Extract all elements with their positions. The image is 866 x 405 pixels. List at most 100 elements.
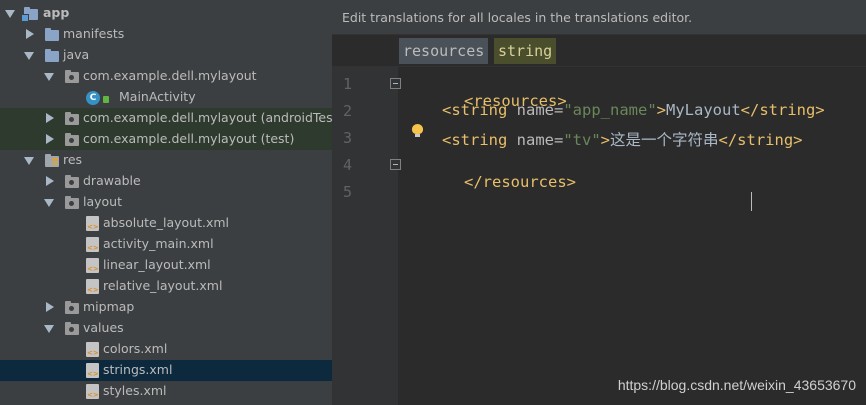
tree-item-values[interactable]: values xyxy=(0,318,332,339)
tree-item-label: styles.xml xyxy=(103,383,167,398)
expand-arrow-icon[interactable] xyxy=(5,10,15,18)
tree-item-label: com.example.dell.mylayout (test) xyxy=(83,131,295,146)
expand-arrow-icon[interactable] xyxy=(24,52,34,60)
fold-toggle-icon[interactable] xyxy=(390,159,401,170)
tree-item-styles[interactable]: styles.xml xyxy=(0,381,332,402)
xml-attr-value: "tv" xyxy=(563,131,601,149)
tree-item-mipmap[interactable]: mipmap xyxy=(0,297,332,318)
tree-item-absolute-layout[interactable]: absolute_layout.xml xyxy=(0,213,332,234)
tree-item-res[interactable]: res xyxy=(0,150,332,171)
folder-icon xyxy=(65,301,79,314)
line-number: 2 xyxy=(342,102,352,120)
xml-tag: </string> xyxy=(740,101,825,119)
xml-tag: > xyxy=(600,131,610,149)
xml-attr-name: name= xyxy=(516,101,564,119)
xml-tag: </resources> xyxy=(464,173,576,191)
xml-file-icon xyxy=(86,384,99,399)
xml-file-icon xyxy=(86,363,99,378)
tree-item-label: activity_main.xml xyxy=(103,236,214,251)
class-icon: C xyxy=(86,91,100,105)
code-line-2: <string name="app_name">MyLayout</string… xyxy=(442,101,825,119)
tree-item-package-androidtest[interactable]: com.example.dell.mylayout (androidTest) xyxy=(0,108,332,129)
code-editor: Edit translations for all locales in the… xyxy=(332,0,866,405)
tree-item-label: manifests xyxy=(63,26,125,41)
tree-item-layout[interactable]: layout xyxy=(0,192,332,213)
tree-item-label: strings.xml xyxy=(103,362,173,377)
breadcrumb-resources[interactable]: resources xyxy=(399,38,489,64)
text-caret xyxy=(751,192,752,211)
code-area[interactable]: <resources> <string name="app_name">MyLa… xyxy=(408,67,866,405)
collapse-arrow-icon[interactable] xyxy=(46,302,54,312)
tree-item-package[interactable]: com.example.dell.mylayout xyxy=(0,66,332,87)
xml-text: MyLayout xyxy=(666,101,741,119)
tree-item-label: mipmap xyxy=(83,299,135,314)
line-gutter: 1 2 3 4 5 xyxy=(332,67,401,405)
line-number: 5 xyxy=(342,183,352,201)
xml-file-icon xyxy=(86,342,99,357)
expand-arrow-icon[interactable] xyxy=(44,325,54,333)
tree-item-label: relative_layout.xml xyxy=(103,278,223,293)
package-icon xyxy=(65,112,79,125)
folder-icon xyxy=(45,49,59,62)
expand-arrow-icon[interactable] xyxy=(44,199,54,207)
fold-toggle-icon[interactable] xyxy=(390,78,401,89)
tree-item-relative-layout[interactable]: relative_layout.xml xyxy=(0,276,332,297)
xml-attr-name: name= xyxy=(516,131,564,149)
package-icon xyxy=(65,133,79,146)
tree-item-linear-layout[interactable]: linear_layout.xml xyxy=(0,255,332,276)
line-number: 4 xyxy=(342,156,352,174)
access-badge-icon xyxy=(103,96,109,103)
folder-icon xyxy=(65,322,79,335)
tree-item-strings[interactable]: strings.xml xyxy=(0,360,332,381)
folder-icon xyxy=(65,175,79,188)
collapse-arrow-icon[interactable] xyxy=(46,176,54,186)
collapse-arrow-icon[interactable] xyxy=(46,113,54,123)
tree-item-colors[interactable]: colors.xml xyxy=(0,339,332,360)
folder-icon xyxy=(65,196,79,209)
tree-item-label: res xyxy=(63,152,83,167)
tree-item-mainactivity[interactable]: C MainActivity xyxy=(0,87,332,108)
xml-file-icon xyxy=(86,216,99,231)
module-folder-icon xyxy=(21,7,38,22)
tree-item-label: linear_layout.xml xyxy=(103,257,211,272)
watermark: https://blog.csdn.net/weixin_43653670 xyxy=(617,377,856,393)
tree-item-label: java xyxy=(63,47,90,62)
line-number: 3 xyxy=(342,129,352,147)
tree-item-drawable[interactable]: drawable xyxy=(0,171,332,192)
xml-attr-value: "app_name" xyxy=(563,101,657,119)
xml-file-icon xyxy=(86,258,99,273)
breadcrumb-string[interactable]: string xyxy=(494,38,557,64)
lightbulb-icon[interactable] xyxy=(412,124,423,137)
tree-item-qualifier: (test) xyxy=(260,131,295,146)
code-line-3: <string name="tv">这是一个字符串</string> xyxy=(442,128,803,150)
code-line-4: </resources> xyxy=(408,155,576,209)
line-number: 1 xyxy=(342,75,352,93)
tree-item-label: colors.xml xyxy=(103,341,168,356)
xml-tag: </string> xyxy=(718,131,803,149)
collapse-arrow-icon[interactable] xyxy=(46,134,54,144)
package-icon xyxy=(65,70,79,83)
tree-item-manifests[interactable]: manifests xyxy=(0,24,332,45)
xml-tag: > xyxy=(656,101,666,119)
collapse-arrow-icon[interactable] xyxy=(26,29,34,39)
expand-arrow-icon[interactable] xyxy=(24,157,34,165)
tree-item-package-test[interactable]: com.example.dell.mylayout (test) xyxy=(0,129,332,150)
expand-arrow-icon[interactable] xyxy=(44,73,54,81)
tree-item-label: drawable xyxy=(83,173,141,188)
xml-file-icon xyxy=(86,237,99,252)
banner-text: Edit translations for all locales in the… xyxy=(342,10,693,25)
breadcrumb: resources string xyxy=(332,35,866,67)
resource-folder-icon xyxy=(45,154,59,167)
tree-item-qualifier: (androidTest) xyxy=(260,110,332,125)
tree-item-label: app xyxy=(43,5,70,20)
tree-item-label: MainActivity xyxy=(119,89,196,104)
tree-item-app[interactable]: app xyxy=(0,3,332,24)
tree-item-java[interactable]: java xyxy=(0,45,332,66)
project-tree: app manifests java com.example.dell.myla… xyxy=(0,0,332,405)
translations-banner: Edit translations for all locales in the… xyxy=(332,0,866,35)
xml-file-icon xyxy=(86,279,99,294)
xml-tag: <string xyxy=(442,131,517,149)
tree-item-activity-main[interactable]: activity_main.xml xyxy=(0,234,332,255)
xml-text: 这是一个字符串 xyxy=(610,131,719,149)
tree-item-label: values xyxy=(83,320,124,335)
